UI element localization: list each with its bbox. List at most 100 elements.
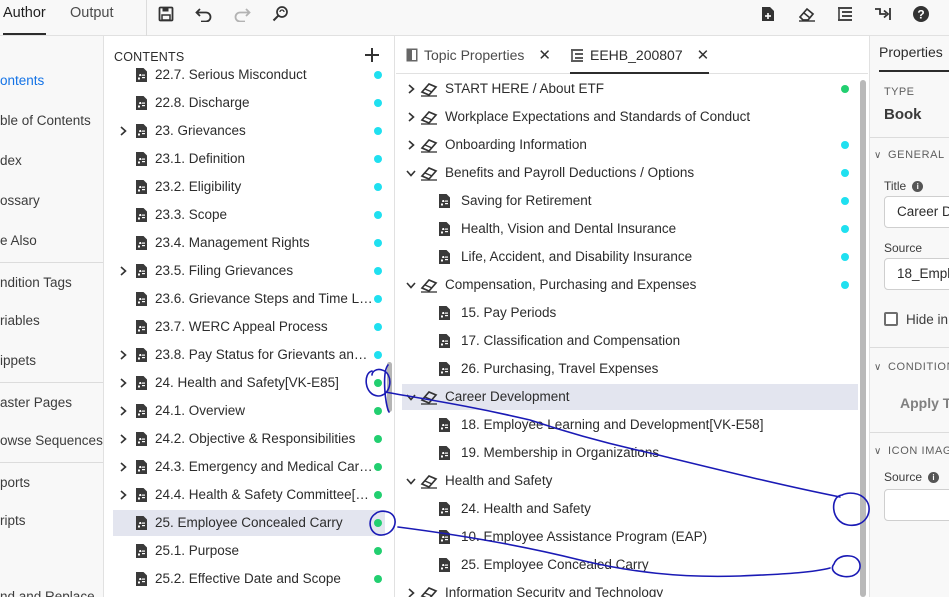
chevron-down-icon[interactable]	[405, 279, 417, 291]
source-field[interactable]: 18_Employee Learning	[884, 258, 949, 290]
redo-icon[interactable]	[231, 3, 253, 25]
editor-scrollbar[interactable]	[860, 80, 866, 597]
contents-row[interactable]: 22.8. Discharge	[113, 90, 385, 116]
nav-glossary[interactable]: ossary	[0, 190, 40, 212]
toc-row[interactable]: Compensation, Purchasing and Expenses	[402, 272, 858, 298]
chevron-right-icon[interactable]	[405, 139, 417, 151]
contents-row[interactable]: 23.5. Filing Grievances	[113, 258, 385, 284]
section-divider	[870, 137, 949, 138]
toc-row[interactable]: 10. Employee Assistance Program (EAP)	[402, 524, 858, 550]
toc-row[interactable]: Career Development	[402, 384, 858, 410]
contents-row-label: 23.1. Definition	[155, 151, 246, 166]
hide-checkbox[interactable]	[884, 312, 898, 326]
close-icon[interactable]: ✕	[538, 37, 551, 75]
tab-topic-properties[interactable]: Topic Properties ✕	[406, 36, 551, 74]
toc-row[interactable]: Saving for Retirement	[402, 188, 858, 214]
nav-browse-sequences[interactable]: owse Sequences	[0, 430, 103, 452]
contents-row-label: 23.6. Grievance Steps and Time Limits	[155, 291, 373, 306]
toc-row[interactable]: Health, Vision and Dental Insurance	[402, 216, 858, 242]
toc-row[interactable]: Life, Accident, and Disability Insurance	[402, 244, 858, 270]
contents-row[interactable]: 22.7. Serious Misconduct	[113, 62, 385, 88]
toc-row[interactable]: Onboarding Information	[402, 132, 858, 158]
info-icon[interactable]: i	[928, 472, 940, 483]
new-topic-icon[interactable]	[758, 3, 780, 25]
toc-row[interactable]: 24. Health and Safety	[402, 496, 858, 522]
toc-row[interactable]: 25. Employee Concealed Carry	[402, 552, 858, 578]
contents-row[interactable]: 25. Employee Concealed Carry	[113, 510, 385, 536]
conditions-section[interactable]: ∨ CONDITIONS	[874, 361, 949, 373]
tab-output[interactable]: Output	[70, 0, 114, 36]
icon-source-field[interactable]	[884, 489, 949, 521]
nav-snippets[interactable]: ippets	[0, 350, 36, 372]
help-icon[interactable]: ?	[910, 3, 932, 25]
contents-row[interactable]: 24.2. Objective & Responsibilities	[113, 426, 385, 452]
chevron-right-icon[interactable]	[405, 111, 417, 123]
nav-table-of-contents[interactable]: ble of Contents	[0, 110, 91, 132]
contents-row[interactable]: 23. Grievances	[113, 118, 385, 144]
toc-row[interactable]: Information Security and Technology	[402, 580, 858, 597]
nav-index[interactable]: dex	[0, 150, 22, 172]
contents-row[interactable]: 23.8. Pay Status for Grievants and Repre…	[113, 342, 385, 368]
type-label: TYPE	[884, 86, 915, 98]
toc-row[interactable]: Workplace Expectations and Standards of …	[402, 104, 858, 130]
contents-row[interactable]: 25.2. Effective Date and Scope	[113, 566, 385, 592]
contents-row[interactable]: 23.3. Scope	[113, 202, 385, 228]
chevron-down-icon[interactable]	[405, 475, 417, 487]
chevron-down-icon[interactable]	[405, 167, 417, 179]
contents-row[interactable]: 25.1. Purpose	[113, 538, 385, 564]
nav-scripts[interactable]: ripts	[0, 510, 26, 532]
contents-row[interactable]: 23.1. Definition	[113, 146, 385, 172]
insert-icon[interactable]	[872, 3, 894, 25]
find-replace-icon[interactable]	[270, 3, 292, 25]
contents-scrollbar[interactable]	[387, 362, 392, 412]
toc-row[interactable]: START HERE / About ETF	[402, 76, 858, 102]
chevron-right-icon[interactable]	[117, 461, 129, 473]
nav-variables[interactable]: riables	[0, 310, 40, 332]
contents-row[interactable]: 23.7. WERC Appeal Process	[113, 314, 385, 340]
contents-row[interactable]: 24.3. Emergency and Medical Care[JM...]	[113, 454, 385, 480]
tab-properties[interactable]: Properties	[879, 44, 949, 72]
save-icon[interactable]	[155, 3, 177, 25]
toc-row[interactable]: 15. Pay Periods	[402, 300, 858, 326]
toc-row[interactable]: Benefits and Payroll Deductions / Option…	[402, 160, 858, 186]
contents-row-label: 23.7. WERC Appeal Process	[155, 319, 328, 334]
title-field[interactable]: Career Development	[884, 196, 949, 228]
toc-row[interactable]: 26. Purchasing, Travel Expenses	[402, 356, 858, 382]
chevron-right-icon[interactable]	[117, 125, 129, 137]
toc-row[interactable]: 19. Membership in Organizations	[402, 440, 858, 466]
tab-author[interactable]: Author	[3, 0, 46, 36]
nav-condition-tags[interactable]: ndition Tags	[0, 272, 72, 294]
chevron-right-icon[interactable]	[405, 587, 417, 597]
apply-tags-link[interactable]: Apply Tags	[900, 395, 949, 411]
contents-row[interactable]: 24. Health and Safety[VK-E85]	[113, 370, 385, 396]
close-icon[interactable]: ✕	[697, 37, 710, 75]
nav-contents[interactable]: ontents	[0, 70, 44, 92]
chevron-right-icon[interactable]	[117, 405, 129, 417]
contents-row[interactable]: 24.1. Overview	[113, 398, 385, 424]
chevron-right-icon[interactable]	[117, 433, 129, 445]
nav-see-also[interactable]: e Also	[0, 230, 37, 252]
chevron-right-icon[interactable]	[117, 377, 129, 389]
general-section[interactable]: ∨ GENERAL	[874, 149, 945, 161]
toc-row[interactable]: 17. Classification and Compensation	[402, 328, 858, 354]
undo-icon[interactable]	[193, 3, 215, 25]
chevron-down-icon[interactable]	[405, 391, 417, 403]
nav-find-and-replace[interactable]: nd and Replace	[0, 586, 95, 597]
nav-reports[interactable]: ports	[0, 472, 30, 494]
contents-row[interactable]: 24.4. Health & Safety Committee[JM...]	[113, 482, 385, 508]
eraser-icon[interactable]	[796, 3, 818, 25]
toc-row[interactable]: 18. Employee Learning and Development[VK…	[402, 412, 858, 438]
info-icon[interactable]: i	[912, 181, 924, 192]
contents-row[interactable]: 23.2. Eligibility	[113, 174, 385, 200]
icon-image-section[interactable]: ∨ ICON IMAGE	[874, 445, 949, 457]
tab-eehb[interactable]: EEHB_200807 ✕	[570, 36, 710, 75]
toc-row[interactable]: Health and Safety	[402, 468, 858, 494]
chevron-right-icon[interactable]	[117, 489, 129, 501]
contents-row[interactable]: 23.4. Management Rights	[113, 230, 385, 256]
contents-row[interactable]: 23.6. Grievance Steps and Time Limits	[113, 286, 385, 312]
chevron-right-icon[interactable]	[117, 349, 129, 361]
nav-master-pages[interactable]: aster Pages	[0, 392, 72, 414]
chevron-right-icon[interactable]	[117, 265, 129, 277]
chevron-right-icon[interactable]	[405, 83, 417, 95]
outline-icon[interactable]	[834, 3, 856, 25]
